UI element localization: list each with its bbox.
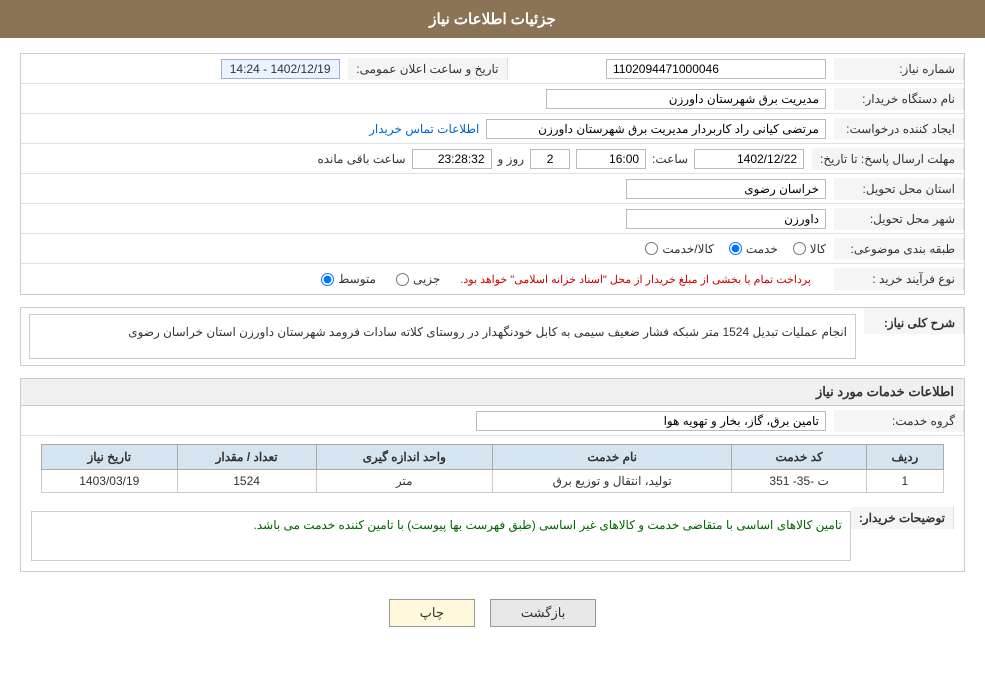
province-label: استان محل تحویل: bbox=[834, 178, 964, 200]
services-section: اطلاعات خدمات مورد نیاز گروه خدمت: ردیف … bbox=[20, 378, 965, 572]
col-unit: واحد اندازه گیری bbox=[316, 445, 492, 470]
deadline-value: ساعت: روز و ساعت باقی مانده bbox=[21, 145, 812, 173]
back-button[interactable]: بازگشت bbox=[490, 599, 596, 627]
created-by-input[interactable] bbox=[486, 119, 826, 139]
deadline-date-input[interactable] bbox=[694, 149, 804, 169]
buyer-notes-value: تامین کالاهای اساسی با متقاضی خدمت و کال… bbox=[31, 511, 851, 561]
category-row: طبقه بندی موضوعی: کالا/خدمت خدمت کالا bbox=[21, 234, 964, 264]
page-header: جزئیات اطلاعات نیاز bbox=[0, 0, 985, 38]
announce-date-value: 1402/12/19 - 14:24 bbox=[21, 55, 348, 83]
process-motavaset[interactable]: متوسط bbox=[321, 272, 376, 286]
col-name: نام خدمت bbox=[492, 445, 732, 470]
cell-code: ت -35- 351 bbox=[732, 470, 866, 493]
deadline-label: مهلت ارسال پاسخ: تا تاریخ: bbox=[812, 148, 964, 170]
services-table-section: ردیف کد خدمت نام خدمت واحد اندازه گیری ت… bbox=[31, 436, 954, 501]
category-kala-khedmat[interactable]: کالا/خدمت bbox=[645, 242, 713, 256]
process-type-value: متوسط جزیی پرداخت تمام یا بخشی از مبلغ خ… bbox=[21, 268, 834, 290]
process-type-row: نوع فرآیند خرید : متوسط جزیی پرداخت تمام… bbox=[21, 264, 964, 294]
category-label: طبقه بندی موضوعی: bbox=[834, 238, 964, 260]
category-radio-group: کالا/خدمت خدمت کالا bbox=[645, 242, 826, 256]
page-title: جزئیات اطلاعات نیاز bbox=[429, 11, 556, 28]
deadline-time-label: ساعت: bbox=[652, 152, 688, 166]
created-by-label: ایجاد کننده درخواست: bbox=[834, 118, 964, 140]
services-table: ردیف کد خدمت نام خدمت واحد اندازه گیری ت… bbox=[41, 444, 944, 493]
need-number-value bbox=[508, 55, 835, 83]
city-value bbox=[21, 205, 834, 233]
category-kala[interactable]: کالا bbox=[793, 242, 826, 256]
main-form: شماره نیاز: تاریخ و ساعت اعلان عمومی: 14… bbox=[20, 53, 965, 295]
need-number-label: شماره نیاز: bbox=[834, 58, 964, 80]
process-jozei[interactable]: جزیی bbox=[396, 272, 440, 286]
province-row: استان محل تحویل: bbox=[21, 174, 964, 204]
cell-unit: متر bbox=[316, 470, 492, 493]
process-note: پرداخت تمام یا بخشی از مبلغ خریدار از مح… bbox=[460, 273, 811, 286]
buyer-org-value bbox=[21, 85, 834, 113]
deadline-row: مهلت ارسال پاسخ: تا تاریخ: ساعت: روز و س… bbox=[21, 144, 964, 174]
services-section-title: اطلاعات خدمات مورد نیاز bbox=[21, 379, 964, 406]
service-group-input[interactable] bbox=[476, 411, 826, 431]
buyer-org-label: نام دستگاه خریدار: bbox=[834, 88, 964, 110]
service-group-value bbox=[21, 407, 834, 435]
city-row: شهر محل تحویل: bbox=[21, 204, 964, 234]
province-value bbox=[21, 175, 834, 203]
buttons-row: بازگشت چاپ bbox=[20, 584, 965, 642]
remaining-days-input[interactable] bbox=[530, 149, 570, 169]
category-value: کالا/خدمت خدمت کالا bbox=[21, 238, 834, 260]
need-number-row: شماره نیاز: تاریخ و ساعت اعلان عمومی: 14… bbox=[21, 54, 964, 84]
city-label: شهر محل تحویل: bbox=[834, 208, 964, 230]
remaining-time-input[interactable] bbox=[412, 149, 492, 169]
buyer-org-input[interactable] bbox=[546, 89, 826, 109]
col-qty: تعداد / مقدار bbox=[177, 445, 316, 470]
cell-date: 1403/03/19 bbox=[42, 470, 178, 493]
announce-date-label: تاریخ و ساعت اعلان عمومی: bbox=[348, 58, 508, 80]
created-by-value: اطلاعات تماس خریدار bbox=[21, 115, 834, 143]
city-input[interactable] bbox=[626, 209, 826, 229]
buyer-org-row: نام دستگاه خریدار: bbox=[21, 84, 964, 114]
description-section-title: شرح کلی نیاز: bbox=[864, 308, 964, 334]
service-group-row: گروه خدمت: bbox=[21, 406, 964, 436]
process-type-label: نوع فرآیند خرید : bbox=[834, 268, 964, 290]
remaining-days-label: روز و bbox=[498, 152, 525, 166]
buyer-notes-row: توضیحات خریدار: تامین کالاهای اساسی با م… bbox=[21, 501, 964, 571]
print-button[interactable]: چاپ bbox=[389, 599, 475, 627]
contact-link[interactable]: اطلاعات تماس خریدار bbox=[369, 122, 479, 136]
announce-date-display: 1402/12/19 - 14:24 bbox=[221, 59, 340, 79]
cell-name: تولید، انتقال و توزیع برق bbox=[492, 470, 732, 493]
service-group-label: گروه خدمت: bbox=[834, 410, 964, 432]
deadline-time-input[interactable] bbox=[576, 149, 646, 169]
cell-qty: 1524 bbox=[177, 470, 316, 493]
description-value: انجام عملیات تبدیل 1524 متر شبکه فشار ضع… bbox=[29, 314, 856, 359]
remaining-time-label: ساعت باقی مانده bbox=[317, 152, 405, 166]
description-section: شرح کلی نیاز: انجام عملیات تبدیل 1524 مت… bbox=[20, 307, 965, 366]
province-input[interactable] bbox=[626, 179, 826, 199]
category-khedmat[interactable]: خدمت bbox=[729, 242, 778, 256]
created-by-row: ایجاد کننده درخواست: اطلاعات تماس خریدار bbox=[21, 114, 964, 144]
table-row: 1ت -35- 351تولید، انتقال و توزیع برقمتر1… bbox=[42, 470, 944, 493]
buyer-notes-label: توضیحات خریدار: bbox=[851, 507, 954, 529]
col-code: کد خدمت bbox=[732, 445, 866, 470]
col-date: تاریخ نیاز bbox=[42, 445, 178, 470]
col-row: ردیف bbox=[866, 445, 943, 470]
need-number-input[interactable] bbox=[606, 59, 826, 79]
cell-row: 1 bbox=[866, 470, 943, 493]
